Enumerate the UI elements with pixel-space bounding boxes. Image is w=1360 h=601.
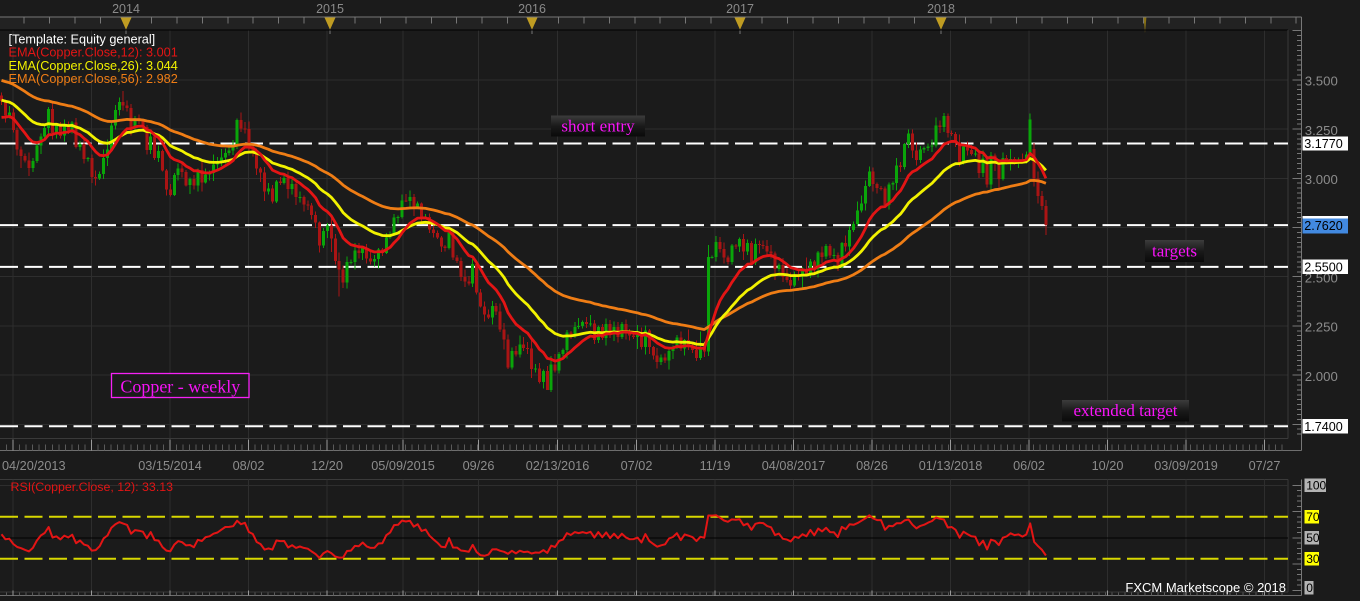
svg-text:08/02: 08/02 bbox=[233, 459, 265, 473]
svg-text:3.250: 3.250 bbox=[1305, 123, 1338, 138]
svg-text:3.500: 3.500 bbox=[1305, 74, 1338, 89]
svg-text:10/20: 10/20 bbox=[1092, 459, 1124, 473]
svg-text:2014: 2014 bbox=[112, 2, 140, 16]
svg-text:01/13/2018: 01/13/2018 bbox=[919, 459, 983, 473]
svg-text:extended target: extended target bbox=[1073, 401, 1177, 420]
svg-text:2015: 2015 bbox=[316, 2, 344, 16]
svg-text:EMA(Copper.Close,26): 3.044: EMA(Copper.Close,26): 3.044 bbox=[9, 59, 178, 73]
svg-text:30: 30 bbox=[1306, 552, 1320, 566]
svg-text:03/15/2014: 03/15/2014 bbox=[138, 459, 202, 473]
svg-text:70: 70 bbox=[1306, 510, 1320, 524]
svg-text:[Template: Equity general]: [Template: Equity general] bbox=[9, 33, 156, 47]
svg-text:2.7620: 2.7620 bbox=[1304, 219, 1343, 233]
svg-text:2017: 2017 bbox=[726, 2, 754, 16]
svg-text:11/19: 11/19 bbox=[700, 459, 731, 473]
svg-text:08/26: 08/26 bbox=[856, 459, 888, 473]
svg-text:Copper - weekly: Copper - weekly bbox=[120, 377, 240, 397]
svg-text:50: 50 bbox=[1306, 531, 1320, 545]
svg-text:FXCM Marketscope © 2018: FXCM Marketscope © 2018 bbox=[1125, 580, 1286, 595]
svg-text:EMA(Copper.Close,12): 3.001: EMA(Copper.Close,12): 3.001 bbox=[9, 46, 178, 60]
svg-text:2.000: 2.000 bbox=[1305, 369, 1338, 384]
svg-text:04/20/2013: 04/20/2013 bbox=[2, 459, 66, 473]
svg-text:targets: targets bbox=[1152, 241, 1197, 260]
svg-text:09/26: 09/26 bbox=[463, 459, 495, 473]
svg-text:2.5500: 2.5500 bbox=[1304, 261, 1343, 275]
svg-text:02/13/2016: 02/13/2016 bbox=[526, 459, 590, 473]
svg-text:100: 100 bbox=[1306, 479, 1326, 493]
svg-text:2.250: 2.250 bbox=[1305, 320, 1338, 335]
svg-text:1.7400: 1.7400 bbox=[1304, 420, 1343, 434]
svg-text:03/09/2019: 03/09/2019 bbox=[1154, 459, 1218, 473]
svg-text:3.000: 3.000 bbox=[1305, 172, 1338, 187]
svg-text:04/08/2017: 04/08/2017 bbox=[762, 459, 826, 473]
svg-text:RSI(Copper.Close, 12): 33.13: RSI(Copper.Close, 12): 33.13 bbox=[11, 480, 174, 494]
svg-text:0: 0 bbox=[1306, 581, 1313, 595]
svg-text:3.1770: 3.1770 bbox=[1304, 137, 1343, 151]
svg-text:short entry: short entry bbox=[561, 116, 635, 135]
svg-text:07/02: 07/02 bbox=[621, 459, 653, 473]
svg-text:2016: 2016 bbox=[518, 2, 546, 16]
svg-text:07/27: 07/27 bbox=[1249, 459, 1281, 473]
svg-text:EMA(Copper.Close,56): 2.982: EMA(Copper.Close,56): 2.982 bbox=[9, 72, 178, 86]
svg-text:06/02: 06/02 bbox=[1013, 459, 1045, 473]
svg-text:2018: 2018 bbox=[927, 2, 955, 16]
svg-text:05/09/2015: 05/09/2015 bbox=[371, 459, 435, 473]
svg-text:12/20: 12/20 bbox=[311, 459, 343, 473]
